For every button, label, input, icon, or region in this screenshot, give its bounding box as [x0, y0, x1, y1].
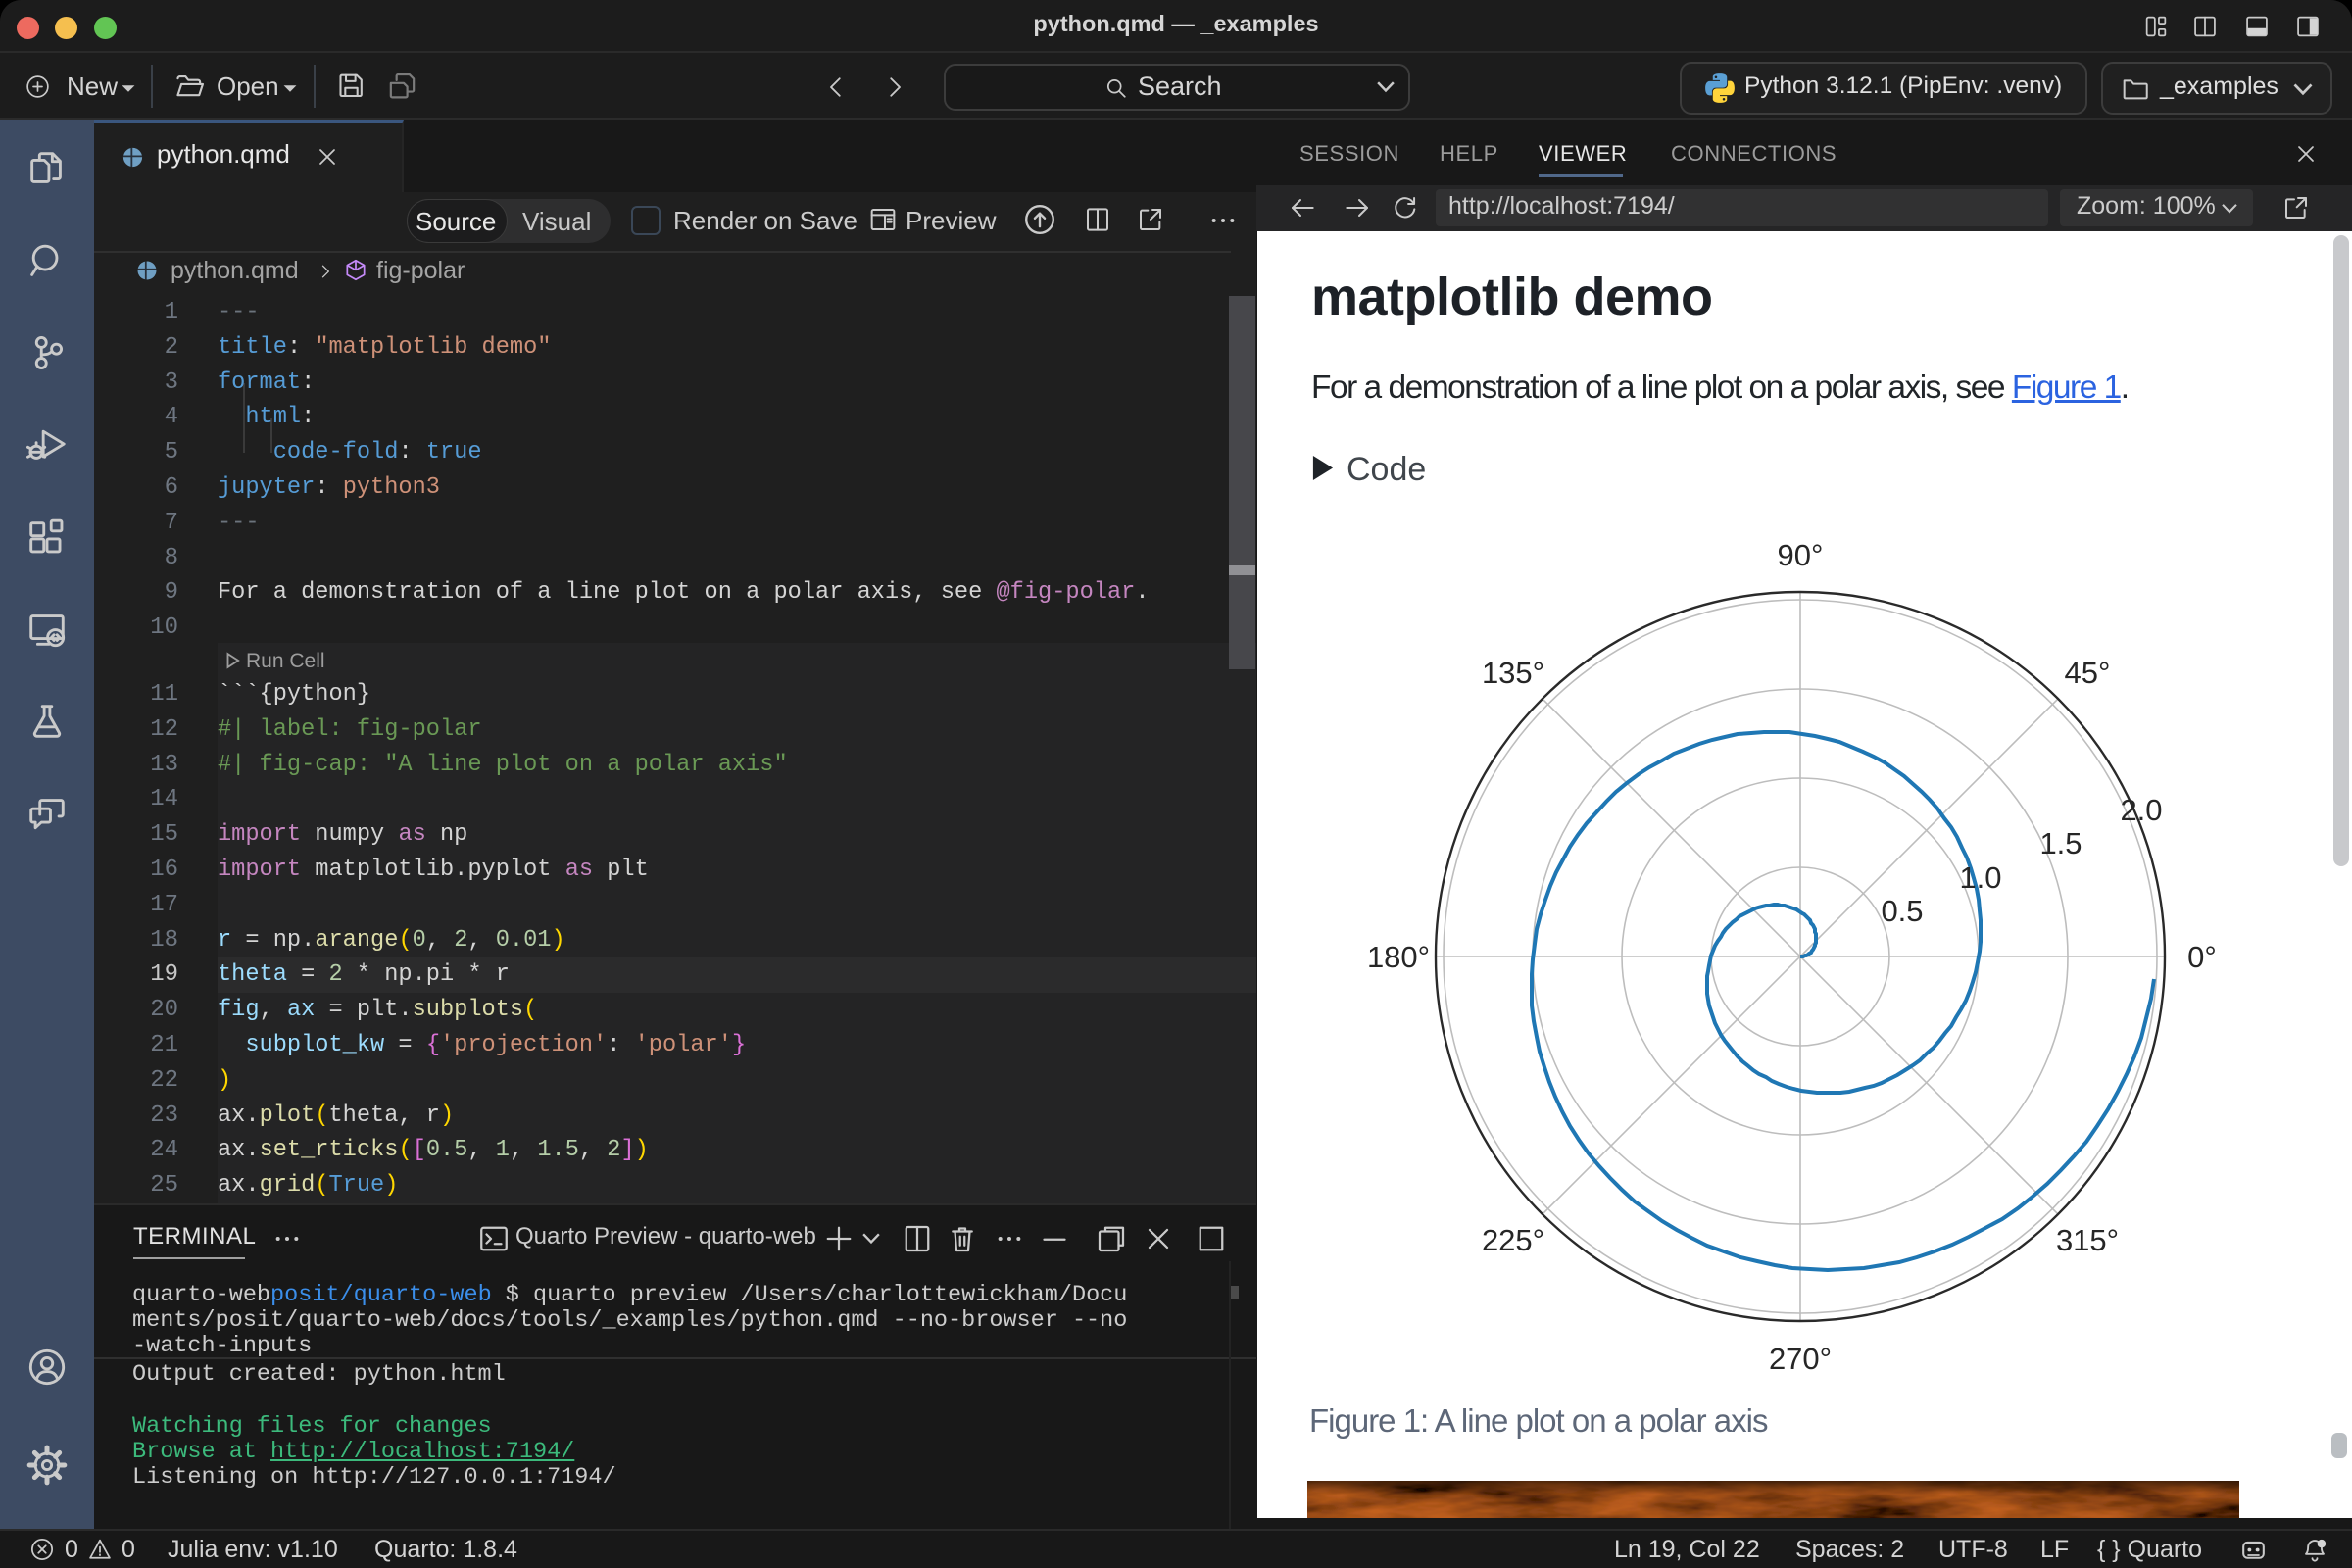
svg-text:1.5: 1.5 [2039, 826, 2082, 860]
svg-text:0.5: 0.5 [1881, 894, 1923, 928]
svg-text:315°: 315° [2056, 1223, 2119, 1257]
svg-text:1.0: 1.0 [1959, 860, 2001, 895]
svg-text:90°: 90° [1778, 538, 1824, 572]
svg-text:135°: 135° [1482, 656, 1544, 690]
svg-text:225°: 225° [1482, 1223, 1544, 1257]
svg-text:180°: 180° [1367, 940, 1430, 974]
svg-text:270°: 270° [1769, 1342, 1832, 1376]
svg-text:45°: 45° [2065, 656, 2111, 690]
svg-text:0°: 0° [2187, 940, 2217, 974]
svg-text:2.0: 2.0 [2120, 793, 2162, 827]
